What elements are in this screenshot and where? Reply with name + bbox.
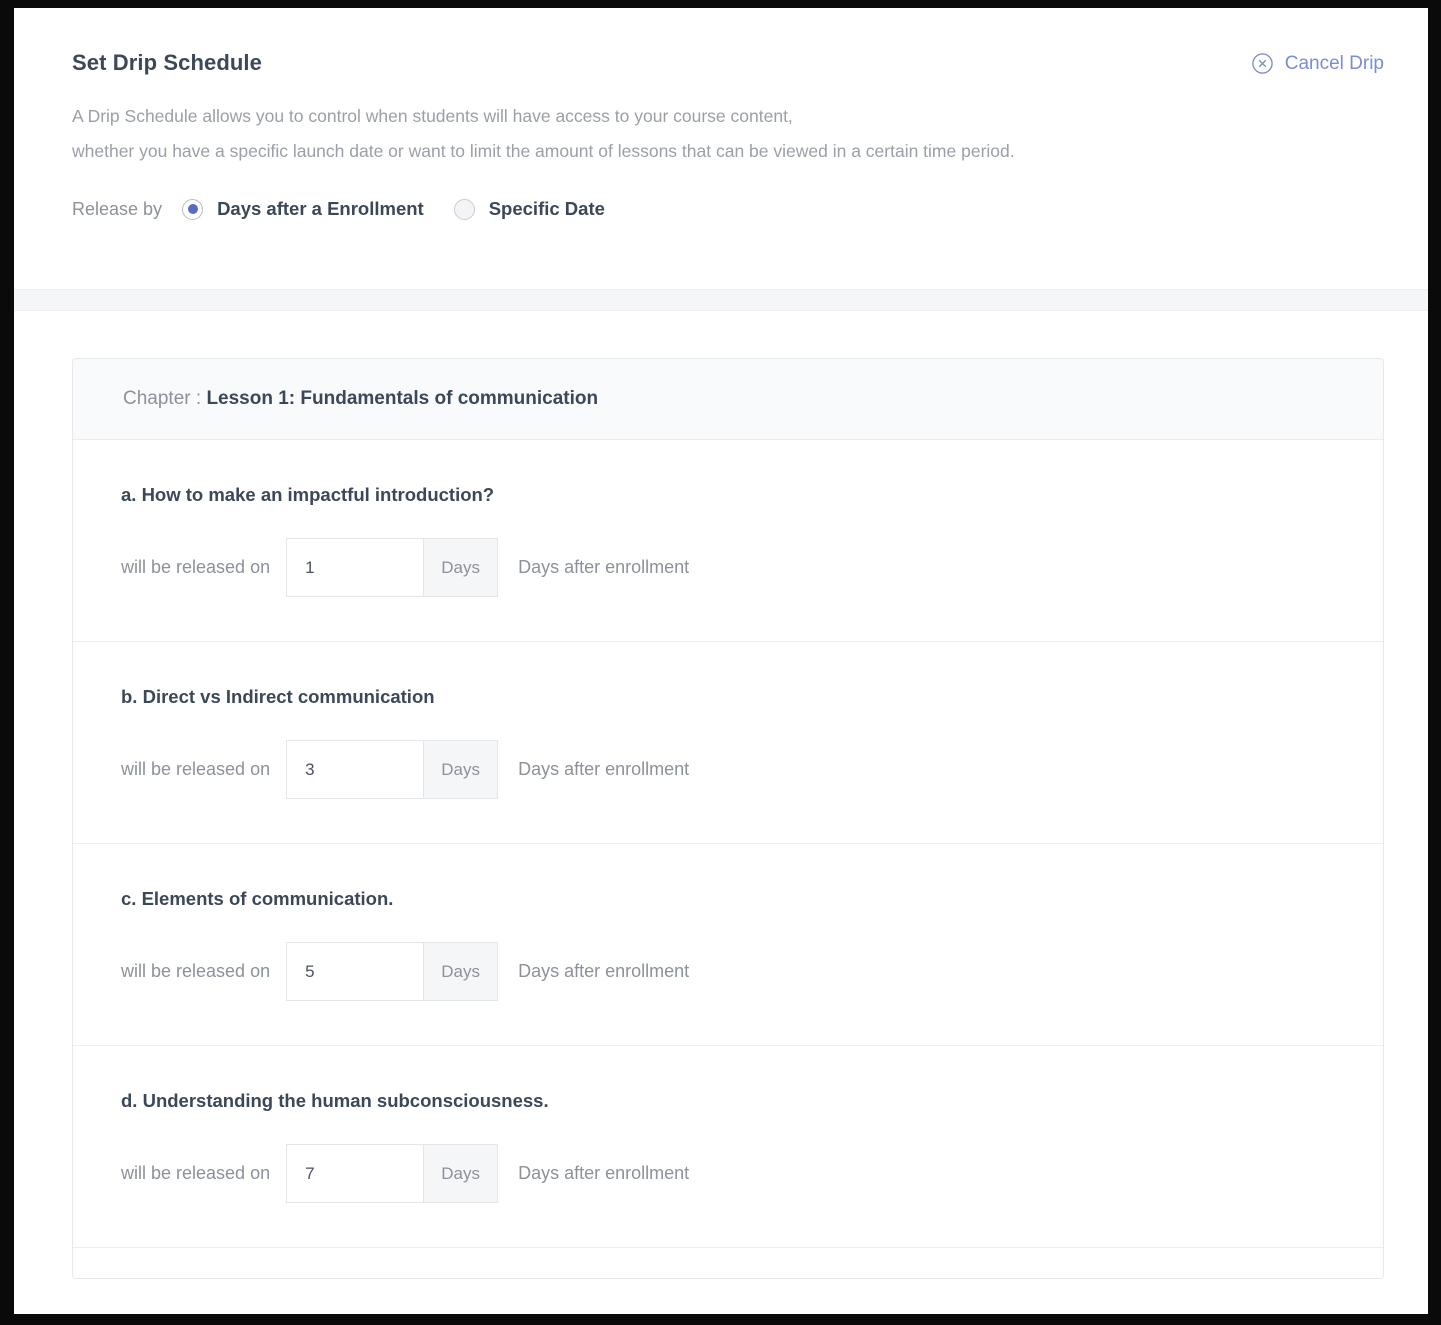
- app-viewport: Set Drip Schedule Cancel Drip A Drip Sch…: [14, 8, 1428, 1314]
- released-on-label: will be released on: [121, 759, 270, 780]
- drip-header-panel: Set Drip Schedule Cancel Drip A Drip Sch…: [14, 8, 1428, 311]
- lesson-title: a. How to make an impactful introduction…: [121, 484, 1383, 506]
- days-input-group: Days: [286, 942, 498, 1001]
- days-input[interactable]: [286, 538, 423, 597]
- drip-description: A Drip Schedule allows you to control wh…: [14, 99, 1428, 169]
- days-input[interactable]: [286, 740, 423, 799]
- radio-label-days-after-enrollment: Days after a Enrollment: [217, 198, 424, 220]
- released-on-label: will be released on: [121, 961, 270, 982]
- days-unit-addon[interactable]: Days: [423, 740, 498, 799]
- release-by-label: Release by: [72, 199, 162, 220]
- released-on-label: will be released on: [121, 557, 270, 578]
- lesson-controls: will be released on Days Days after enro…: [121, 1144, 1383, 1203]
- chapter-label: Chapter :: [123, 388, 201, 409]
- lesson-row: b. Direct vs Indirect communication will…: [73, 642, 1383, 844]
- days-unit-addon[interactable]: Days: [423, 538, 498, 597]
- days-unit-addon[interactable]: Days: [423, 1144, 498, 1203]
- header-row: Set Drip Schedule Cancel Drip: [14, 8, 1428, 76]
- radio-indicator-days-after-enrollment[interactable]: [182, 199, 203, 220]
- description-line-2: whether you have a specific launch date …: [72, 134, 1384, 169]
- lesson-title: c. Elements of communication.: [121, 888, 1383, 910]
- days-input[interactable]: [286, 942, 423, 1001]
- cancel-drip-button[interactable]: Cancel Drip: [1251, 52, 1384, 75]
- lesson-title: b. Direct vs Indirect communication: [121, 686, 1383, 708]
- release-by-row: Release by Days after a Enrollment Speci…: [14, 198, 1428, 220]
- chapter-card: Chapter : Lesson 1: Fundamentals of comm…: [72, 358, 1384, 1279]
- radio-label-specific-date: Specific Date: [489, 198, 605, 220]
- lesson-controls: will be released on Days Days after enro…: [121, 942, 1383, 1001]
- lesson-row: c. Elements of communication. will be re…: [73, 844, 1383, 1046]
- days-unit-addon[interactable]: Days: [423, 942, 498, 1001]
- after-enrollment-text: Days after enrollment: [518, 961, 689, 982]
- days-input[interactable]: [286, 1144, 423, 1203]
- lesson-controls: will be released on Days Days after enro…: [121, 538, 1383, 597]
- lesson-row: a. How to make an impactful introduction…: [73, 440, 1383, 642]
- header-divider: [14, 289, 1428, 311]
- lesson-controls: will be released on Days Days after enro…: [121, 740, 1383, 799]
- circle-x-icon: [1251, 52, 1274, 75]
- lesson-row: d. Understanding the human subconsciousn…: [73, 1046, 1383, 1248]
- after-enrollment-text: Days after enrollment: [518, 759, 689, 780]
- days-input-group: Days: [286, 538, 498, 597]
- lesson-title: d. Understanding the human subconsciousn…: [121, 1090, 1383, 1112]
- radio-option-specific-date[interactable]: Specific Date: [454, 198, 605, 220]
- days-input-group: Days: [286, 1144, 498, 1203]
- released-on-label: will be released on: [121, 1163, 270, 1184]
- days-input-group: Days: [286, 740, 498, 799]
- cancel-drip-label: Cancel Drip: [1285, 53, 1384, 75]
- after-enrollment-text: Days after enrollment: [518, 557, 689, 578]
- after-enrollment-text: Days after enrollment: [518, 1163, 689, 1184]
- radio-option-days-after-enrollment[interactable]: Days after a Enrollment: [182, 198, 424, 220]
- chapter-name: Lesson 1: Fundamentals of communication: [206, 388, 598, 409]
- chapter-header: Chapter : Lesson 1: Fundamentals of comm…: [73, 359, 1383, 440]
- page-title: Set Drip Schedule: [72, 50, 262, 76]
- lesson-row-partial: [73, 1248, 1383, 1278]
- description-line-1: A Drip Schedule allows you to control wh…: [72, 99, 1384, 134]
- radio-indicator-specific-date[interactable]: [454, 199, 475, 220]
- drip-content-area: Chapter : Lesson 1: Fundamentals of comm…: [14, 311, 1428, 1279]
